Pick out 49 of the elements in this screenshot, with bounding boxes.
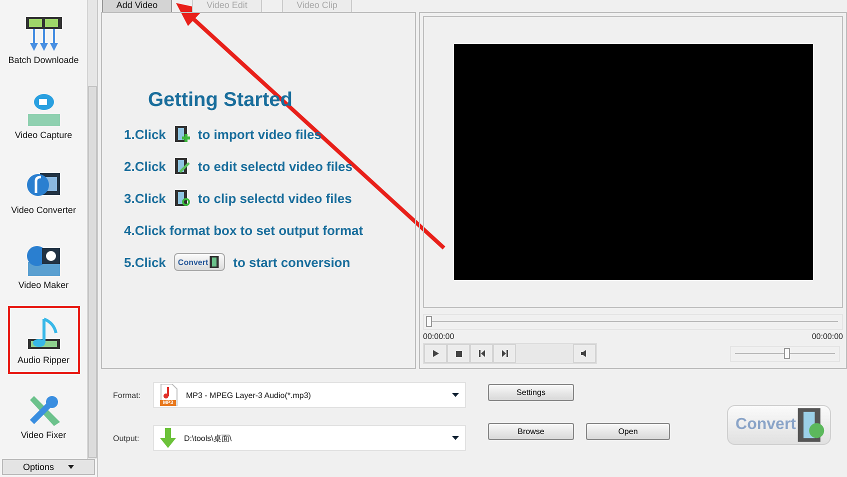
stop-icon: [456, 350, 462, 356]
step-text: 5.Click: [124, 254, 166, 270]
slider-thumb[interactable]: [426, 316, 432, 327]
sidebar-item[interactable]: Audio Ripper: [8, 306, 80, 374]
step-text: to clip selectd video files: [198, 190, 352, 206]
scrollbar[interactable]: [87, 0, 97, 459]
slider-thumb[interactable]: [784, 348, 790, 358]
play-icon: [432, 350, 438, 357]
options-button[interactable]: Options: [2, 459, 95, 475]
step-text: to start conversion: [233, 254, 350, 270]
field-label: Output:: [113, 434, 140, 442]
speaker-icon: [580, 350, 588, 357]
settings-button[interactable]: Settings: [488, 384, 574, 401]
caret-icon: [452, 393, 459, 397]
step-text: to edit selectd video files: [198, 158, 353, 174]
volume-slider[interactable]: [730, 346, 840, 362]
stop-button[interactable]: [447, 344, 470, 363]
music-file-icon: [160, 384, 178, 406]
seek-slider[interactable]: [423, 314, 843, 330]
sidebar-item[interactable]: Video Maker: [8, 231, 80, 299]
field-label: Format:: [113, 390, 142, 400]
browse-button[interactable]: Browse: [488, 423, 574, 440]
film-refresh-icon: [796, 408, 826, 442]
step-text: 3.Click: [124, 190, 166, 206]
download-arrow-icon: [160, 428, 176, 448]
previous-icon: [478, 350, 484, 357]
sidebar-item[interactable]: Video Converter: [8, 156, 80, 224]
previous-button[interactable]: [470, 344, 493, 363]
next-icon: [502, 350, 508, 357]
caret-icon: [68, 465, 74, 469]
play-button[interactable]: [424, 344, 447, 363]
step-text: 1.Click: [124, 126, 166, 142]
film-download-icon: [24, 15, 64, 53]
tab[interactable]: Add Video: [102, 0, 172, 13]
caret-icon: [452, 436, 459, 440]
convert-button-image: Convert: [174, 253, 226, 271]
step-text: 2.Click: [124, 158, 166, 174]
film-add-icon: [174, 126, 190, 142]
next-button[interactable]: [493, 344, 516, 363]
volume-button[interactable]: [573, 344, 596, 363]
time-start: 00:00:00: [423, 332, 454, 341]
sidebar-item[interactable]: Video Fixer: [8, 381, 80, 449]
sidebar-item[interactable]: Batch Downloade: [8, 6, 80, 74]
step-text: 4.Click format box to set output format: [124, 222, 364, 238]
output-dropdown[interactable]: D:\tools\桌面\: [153, 425, 466, 451]
sidebar-item[interactable]: Video Capture: [8, 81, 80, 149]
time-end: 00:00:00: [812, 332, 843, 341]
open-button[interactable]: Open: [586, 423, 670, 440]
film-pencil-icon: [174, 158, 190, 174]
